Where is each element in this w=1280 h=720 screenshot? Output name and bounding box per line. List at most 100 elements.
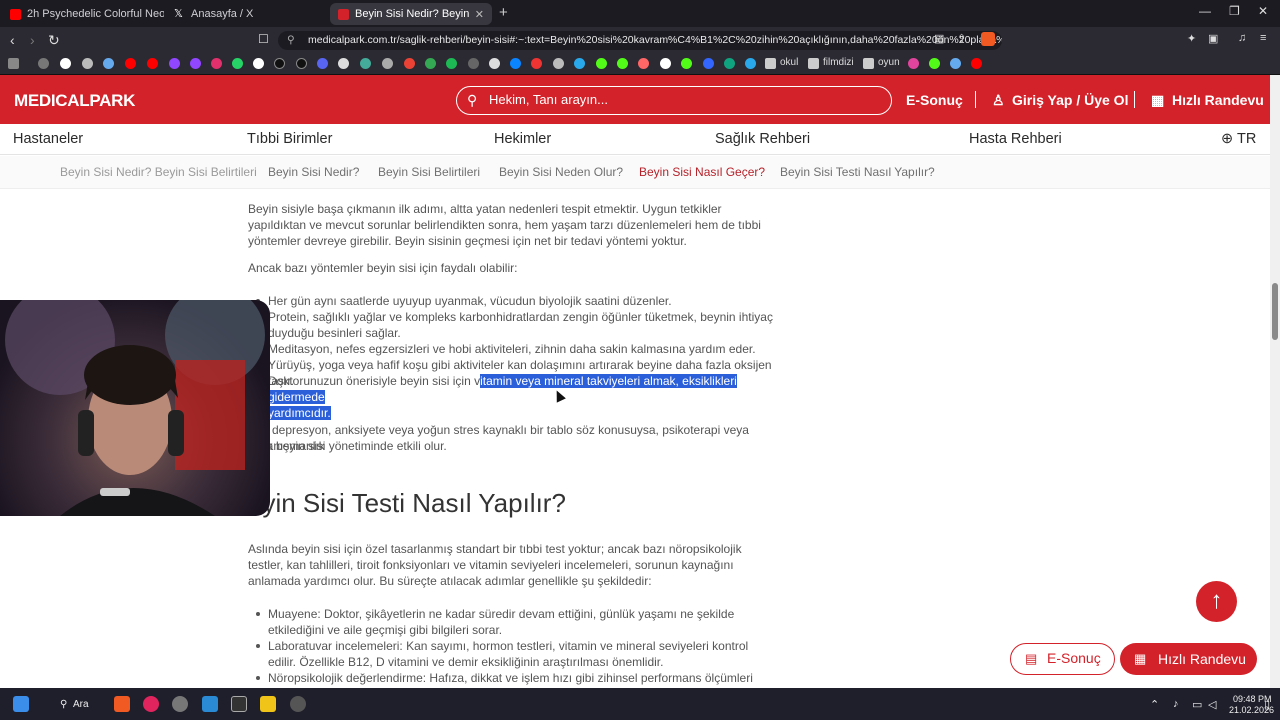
tab-medicalpark[interactable]: Beyin Sisi Nedir? Beyin Sisi Belirti ✕ (330, 3, 492, 25)
chatgpt-icon[interactable] (724, 58, 735, 69)
bookmark-icon[interactable] (553, 58, 564, 69)
mic-icon[interactable]: ♪ (1173, 698, 1179, 710)
bookmark-icon[interactable] (908, 58, 919, 69)
bookmark-icon[interactable] (82, 58, 93, 69)
taskbar-search[interactable]: Ara (73, 699, 89, 710)
login-link[interactable]: Giriş Yap / Üye Ol (1012, 92, 1128, 108)
kick-icon[interactable] (617, 58, 628, 69)
bookmark-icon[interactable] (681, 58, 692, 69)
media-icon[interactable]: ♫ (1238, 32, 1246, 44)
maximize-icon[interactable]: ❐ (1229, 4, 1240, 18)
bookmark-folder-filmdizi[interactable]: filmdizi (823, 57, 854, 68)
section-link[interactable]: Beyin Sisi Belirtileri (378, 165, 480, 179)
network-icon[interactable]: ▭ (1192, 698, 1202, 711)
bookmark-icon[interactable] (382, 58, 393, 69)
minimize-icon[interactable]: — (1199, 4, 1211, 18)
brave-shields-icon[interactable] (981, 32, 995, 46)
tray-chevron-icon[interactable]: ⌃ (1150, 698, 1159, 711)
extensions-icon[interactable]: ✦ (1187, 32, 1196, 45)
folder-icon[interactable] (863, 58, 874, 69)
section-link[interactable]: Beyin Sisi Testi Nasıl Yapılır? (780, 165, 935, 179)
app-icon[interactable] (231, 696, 247, 712)
reload-icon[interactable]: ↻ (48, 32, 60, 49)
bookmark-icon[interactable] (745, 58, 756, 69)
instagram-icon[interactable] (211, 58, 222, 69)
google-icon[interactable] (60, 58, 71, 69)
taskbar-search-icon[interactable]: ⚲ (60, 699, 67, 710)
bookmark-icon[interactable] (703, 58, 714, 69)
history-icon[interactable] (38, 58, 49, 69)
bookmark-icon[interactable] (638, 58, 649, 69)
twitch-icon[interactable] (169, 58, 180, 69)
youtube-icon[interactable] (971, 58, 982, 69)
folder-icon[interactable] (765, 58, 776, 69)
share-icon[interactable]: ⇪ (957, 32, 966, 45)
brave-icon[interactable] (114, 696, 130, 712)
photos-icon[interactable] (202, 696, 218, 712)
nav-saglik-rehberi[interactable]: Sağlık Rehberi (715, 131, 810, 147)
close-tab-icon[interactable]: ✕ (475, 8, 484, 21)
site-info-icon[interactable]: ⚲ (287, 31, 295, 50)
github-icon[interactable] (489, 58, 500, 69)
bookmark-icon[interactable] (338, 58, 349, 69)
steam-icon[interactable] (290, 696, 306, 712)
tab-youtube[interactable]: 2h Psychedelic Colorful Neon Backgr (2, 3, 164, 25)
search-input[interactable]: ⚲ Hekim, Tanı arayın... (456, 86, 892, 115)
quick-appointment-floating-button[interactable]: ▦ Hızlı Randevu (1120, 643, 1257, 675)
esonuc-link[interactable]: E-Sonuç (906, 92, 963, 108)
section-link[interactable]: Beyin Sisi Nedir? Beyin Sisi Belirtileri (60, 165, 257, 179)
bookmark-folder-okul[interactable]: okul (780, 57, 798, 68)
kick-icon[interactable] (596, 58, 607, 69)
bookmark-icon[interactable] (510, 58, 521, 69)
bookmark-icon[interactable] (103, 58, 114, 69)
site-logo[interactable]: MEDICALPARK (14, 91, 135, 111)
youtube-icon[interactable] (125, 58, 136, 69)
nav-hasta-rehberi[interactable]: Hasta Rehberi (969, 131, 1062, 147)
kick-icon[interactable] (929, 58, 940, 69)
tiktok-icon[interactable] (296, 58, 307, 69)
bookmark-icon[interactable] (660, 58, 671, 69)
whatsapp-icon[interactable] (232, 58, 243, 69)
sidebar-icon[interactable]: ▣ (1208, 32, 1218, 45)
bookmark-icon[interactable]: ☐ (258, 32, 269, 46)
quick-appointment-link[interactable]: Hızlı Randevu (1172, 92, 1264, 108)
spotify-icon[interactable] (446, 58, 457, 69)
menu-icon[interactable]: ≡ (1260, 32, 1266, 44)
section-link[interactable]: Beyin Sisi Nedir? (268, 165, 359, 179)
youtube-icon[interactable] (147, 58, 158, 69)
x-icon[interactable] (253, 58, 264, 69)
apps-icon[interactable] (8, 58, 19, 69)
url-field[interactable]: ⚲ medicalpark.com.tr/saglik-rehberi/beyi… (278, 31, 1002, 50)
scrollbar-thumb[interactable] (1272, 283, 1278, 340)
notifications-icon[interactable]: ▯ (1264, 698, 1270, 711)
close-window-icon[interactable]: ✕ (1258, 4, 1268, 18)
discord-icon[interactable] (317, 58, 328, 69)
gmail-icon[interactable] (404, 58, 415, 69)
tab-x[interactable]: 𝕏 Anasayfa / X (166, 3, 328, 25)
section-link-active[interactable]: Beyin Sisi Nasıl Geçer? (639, 165, 765, 179)
reader-icon[interactable]: ▤ (934, 32, 944, 45)
media-player-icon[interactable] (143, 696, 159, 712)
drive-icon[interactable] (425, 58, 436, 69)
scroll-to-top-button[interactable]: ↑ (1196, 581, 1237, 622)
section-link[interactable]: Beyin Sisi Neden Olur? (499, 165, 623, 179)
nav-hekimler[interactable]: Hekimler (494, 131, 551, 147)
nav-tibbi-birimler[interactable]: Tıbbi Birimler (247, 131, 332, 147)
language-selector[interactable]: TR (1237, 131, 1256, 147)
back-icon[interactable]: ‹ (10, 32, 15, 48)
file-explorer-icon[interactable] (260, 696, 276, 712)
app-icon[interactable] (172, 696, 188, 712)
forward-icon[interactable]: › (30, 32, 35, 48)
page-scrollbar[interactable] (1270, 75, 1280, 688)
esonuc-floating-button[interactable]: ▤ E-Sonuç (1010, 643, 1115, 675)
bookmark-icon[interactable] (360, 58, 371, 69)
windows-start-icon[interactable] (13, 696, 29, 712)
twitch-icon[interactable] (190, 58, 201, 69)
folder-icon[interactable] (808, 58, 819, 69)
new-tab-icon[interactable]: + (499, 4, 508, 21)
telegram-icon[interactable] (574, 58, 585, 69)
nav-hastaneler[interactable]: Hastaneler (13, 131, 83, 147)
bookmark-icon[interactable] (950, 58, 961, 69)
tiktok-icon[interactable] (274, 58, 285, 69)
bookmark-icon[interactable] (531, 58, 542, 69)
